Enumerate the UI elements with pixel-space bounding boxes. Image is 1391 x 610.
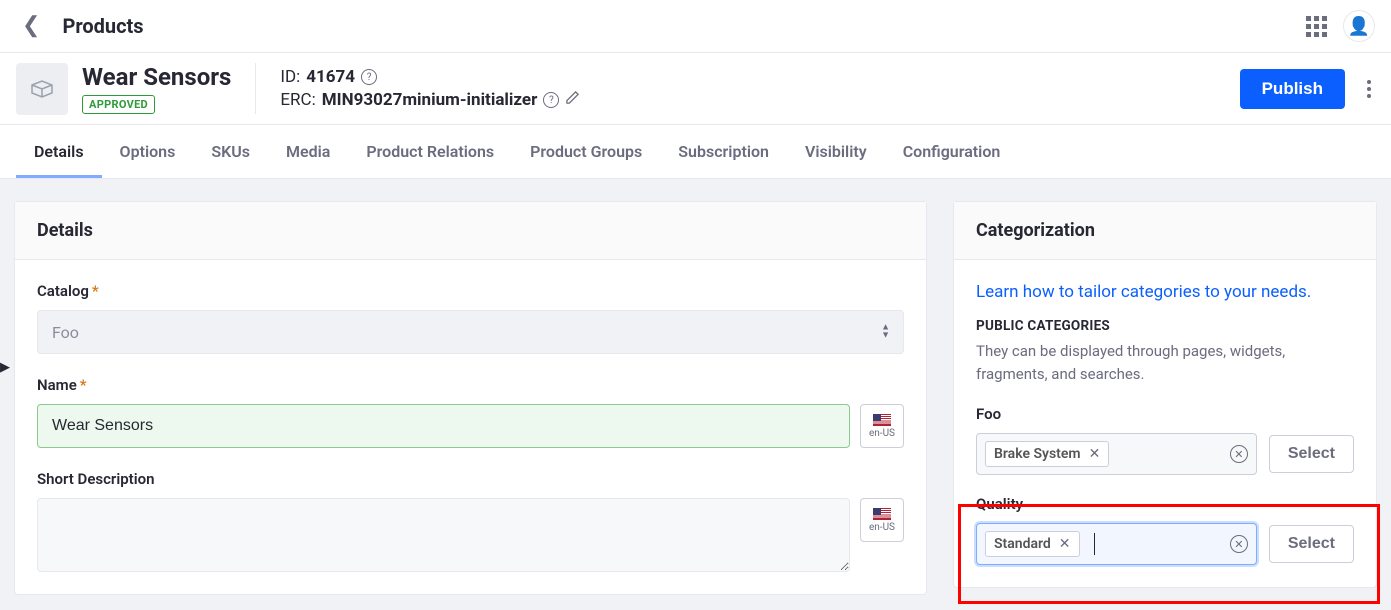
catalog-value: Foo bbox=[37, 310, 904, 354]
product-thumbnail bbox=[16, 63, 68, 115]
product-erc-line: ERC: MIN93027minium-initializer ? bbox=[280, 90, 580, 110]
vocab-foo-tags[interactable]: Brake System ✕ ✕ bbox=[976, 433, 1257, 475]
page-title: Products bbox=[62, 14, 143, 38]
id-value: 41674 bbox=[306, 67, 355, 87]
product-id-line: ID: 41674 ? bbox=[280, 67, 580, 87]
header-actions: Publish bbox=[1240, 69, 1375, 109]
remove-chip-icon[interactable]: ✕ bbox=[1059, 536, 1071, 552]
side-indicator-arrow: ▶ bbox=[0, 360, 10, 375]
chip-brake-system: Brake System ✕ bbox=[985, 441, 1109, 467]
main: Details Catalog * Foo ▲▼ Name * bbox=[0, 179, 1391, 595]
id-label: ID: bbox=[280, 67, 300, 87]
categorization-body: Learn how to tailor categories to your n… bbox=[954, 260, 1376, 587]
name-label-text: Name bbox=[37, 376, 77, 394]
status-badge: APPROVED bbox=[82, 95, 155, 114]
short-desc-field: Short Description en-US bbox=[37, 470, 904, 572]
clear-all-icon[interactable]: ✕ bbox=[1230, 535, 1248, 553]
help-icon[interactable]: ? bbox=[361, 69, 377, 85]
tab-details[interactable]: Details bbox=[16, 126, 102, 177]
name-input-row: en-US bbox=[37, 404, 904, 448]
overflow-menu-icon[interactable] bbox=[1363, 76, 1375, 102]
lang-code: en-US bbox=[869, 522, 895, 533]
name-input[interactable] bbox=[37, 404, 850, 448]
catalog-label-text: Catalog bbox=[37, 282, 89, 300]
tab-subscription[interactable]: Subscription bbox=[660, 126, 787, 177]
catalog-select[interactable]: Foo ▲▼ bbox=[37, 310, 904, 354]
short-desc-row: en-US bbox=[37, 498, 904, 572]
text-cursor bbox=[1094, 533, 1095, 555]
short-desc-textarea[interactable] bbox=[37, 498, 850, 572]
required-star: * bbox=[80, 376, 87, 394]
tab-visibility[interactable]: Visibility bbox=[787, 126, 885, 177]
box-icon bbox=[30, 79, 54, 99]
avatar[interactable]: 👤 bbox=[1343, 10, 1375, 42]
chevron-updown-icon: ▲▼ bbox=[881, 325, 890, 340]
public-categories-label: PUBLIC CATEGORIES bbox=[976, 318, 1354, 334]
edit-icon[interactable] bbox=[565, 90, 580, 110]
select-button-foo[interactable]: Select bbox=[1269, 435, 1354, 473]
vocab-quality-tags[interactable]: Standard ✕ ✕ bbox=[976, 523, 1257, 565]
tab-configuration[interactable]: Configuration bbox=[885, 126, 1019, 177]
flag-us-icon bbox=[873, 414, 891, 426]
vocab-quality-row: Standard ✕ ✕ Select bbox=[976, 523, 1354, 565]
chip-label: Brake System bbox=[994, 446, 1081, 462]
apps-grid-icon[interactable] bbox=[1306, 16, 1327, 37]
clear-all-icon[interactable]: ✕ bbox=[1230, 445, 1248, 463]
lang-code: en-US bbox=[869, 428, 895, 439]
catalog-label: Catalog * bbox=[37, 282, 904, 300]
erc-label: ERC: bbox=[280, 90, 315, 110]
categorization-heading: Categorization bbox=[954, 202, 1376, 260]
name-label: Name * bbox=[37, 376, 904, 394]
tab-skus[interactable]: SKUs bbox=[193, 126, 268, 177]
tab-options[interactable]: Options bbox=[102, 126, 194, 177]
learn-link[interactable]: Learn how to tailor categories to your n… bbox=[976, 282, 1354, 302]
tab-media[interactable]: Media bbox=[268, 126, 348, 177]
language-selector[interactable]: en-US bbox=[860, 498, 904, 542]
vocab-quality-label: Quality bbox=[976, 495, 1354, 513]
short-desc-label: Short Description bbox=[37, 470, 904, 488]
back-arrow-icon[interactable]: ❮ bbox=[16, 15, 46, 37]
erc-value: MIN93027minium-initializer bbox=[322, 90, 538, 110]
required-star: * bbox=[92, 282, 99, 300]
select-button-quality[interactable]: Select bbox=[1269, 525, 1354, 563]
tabs: Details Options SKUs Media Product Relat… bbox=[0, 125, 1391, 179]
topbar: ❮ Products 👤 bbox=[0, 0, 1391, 53]
chip-label: Standard bbox=[994, 536, 1051, 552]
details-body: Catalog * Foo ▲▼ Name * en-US bbox=[15, 260, 926, 594]
vocab-foo-label: Foo bbox=[976, 405, 1354, 423]
tab-product-groups[interactable]: Product Groups bbox=[512, 126, 660, 177]
language-selector[interactable]: en-US bbox=[860, 404, 904, 448]
user-icon: 👤 bbox=[1348, 16, 1370, 37]
product-title-block: Wear Sensors APPROVED bbox=[82, 63, 256, 114]
public-categories-desc: They can be displayed through pages, wid… bbox=[976, 340, 1354, 385]
product-name: Wear Sensors bbox=[82, 63, 231, 91]
tab-product-relations[interactable]: Product Relations bbox=[348, 126, 512, 177]
flag-us-icon bbox=[873, 508, 891, 520]
product-header: Wear Sensors APPROVED ID: 41674 ? ERC: M… bbox=[0, 53, 1391, 125]
categorization-panel: Categorization Learn how to tailor categ… bbox=[953, 201, 1377, 588]
publish-button[interactable]: Publish bbox=[1240, 69, 1345, 109]
chip-standard: Standard ✕ bbox=[985, 531, 1080, 557]
product-meta: ID: 41674 ? ERC: MIN93027minium-initiali… bbox=[280, 67, 580, 110]
help-icon[interactable]: ? bbox=[543, 92, 559, 108]
details-heading: Details bbox=[15, 202, 926, 260]
name-field: Name * en-US bbox=[37, 376, 904, 448]
catalog-field: Catalog * Foo ▲▼ bbox=[37, 282, 904, 354]
vocab-foo-row: Brake System ✕ ✕ Select bbox=[976, 433, 1354, 475]
topbar-left: ❮ Products bbox=[16, 14, 144, 38]
remove-chip-icon[interactable]: ✕ bbox=[1089, 446, 1101, 462]
topbar-right: 👤 bbox=[1306, 10, 1375, 42]
details-panel: Details Catalog * Foo ▲▼ Name * bbox=[14, 201, 927, 595]
